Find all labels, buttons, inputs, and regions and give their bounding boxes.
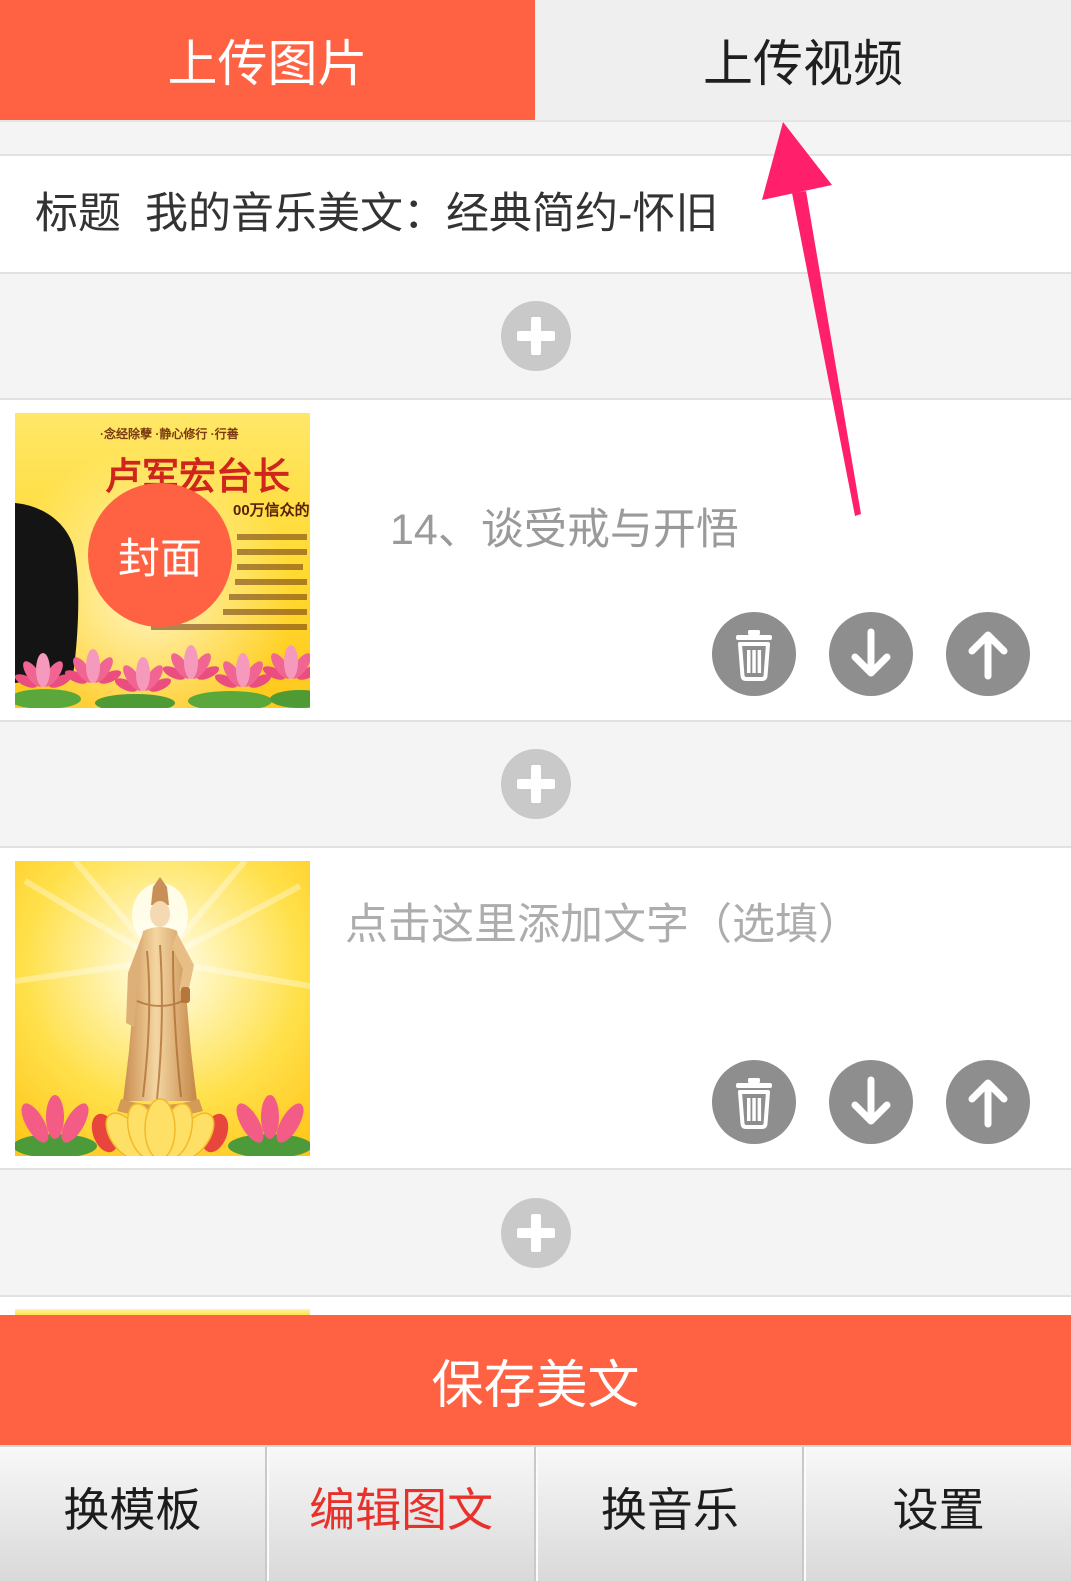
item-image[interactable]: ·念经除孽 ·静心修行 ·行善 卢军宏台长 00万信众的 封面 — [15, 413, 310, 708]
divider-band — [0, 120, 1071, 156]
title-field[interactable]: 标题 我的音乐美文：经典简约-怀旧 — [0, 156, 1071, 272]
bottom-nav: 换模板 编辑图文 换音乐 设置 — [0, 1445, 1071, 1581]
delete-button[interactable] — [712, 1060, 796, 1144]
add-content-button[interactable] — [500, 1197, 571, 1268]
plus-icon — [516, 317, 555, 355]
tab-upload-video[interactable]: 上传视频 — [535, 0, 1071, 120]
move-up-button[interactable] — [946, 1060, 1030, 1144]
content-item: 点击这里添加文字（选填） — [0, 848, 1071, 1168]
arrow-down-icon — [851, 628, 891, 677]
trash-icon — [736, 1078, 772, 1129]
item-image[interactable] — [15, 861, 310, 1156]
item-caption-input[interactable]: 点击这里添加文字（选填） — [345, 901, 861, 949]
plus-icon — [516, 765, 555, 803]
add-content-button[interactable] — [500, 301, 571, 371]
add-content-row — [0, 1168, 1071, 1297]
nav-settings[interactable]: 设置 — [804, 1447, 1071, 1581]
arrow-down-icon — [851, 1076, 891, 1125]
save-article-button[interactable]: 保存美文 — [0, 1315, 1071, 1445]
title-label: 标题 — [35, 190, 121, 238]
arrow-up-icon — [968, 631, 1008, 680]
trash-icon — [736, 630, 772, 681]
guanyin-image — [15, 861, 310, 1156]
poster-subline: 00万信众的 — [233, 502, 310, 519]
nav-edit-content[interactable]: 编辑图文 — [266, 1447, 536, 1581]
move-up-button[interactable] — [946, 612, 1030, 696]
cover-badge: 封面 — [88, 483, 232, 627]
move-down-button[interactable] — [829, 612, 913, 696]
add-content-button[interactable] — [500, 749, 571, 819]
editor-screen: 上传图片 上传视频 标题 我的音乐美文：经典简约-怀旧 ·念经除孽 ·静心修行 … — [0, 0, 1071, 1581]
add-content-row — [0, 720, 1071, 848]
content-item — [0, 1297, 1071, 1315]
plus-icon — [516, 1213, 555, 1252]
content-item: ·念经除孽 ·静心修行 ·行善 卢军宏台长 00万信众的 封面 14、谈受戒与开… — [0, 400, 1071, 720]
add-content-row — [0, 272, 1071, 400]
item-caption[interactable]: 14、谈受戒与开悟 — [390, 506, 739, 554]
nav-change-music[interactable]: 换音乐 — [535, 1447, 805, 1581]
tab-upload-image[interactable]: 上传图片 — [0, 0, 535, 120]
title-input[interactable]: 我的音乐美文：经典简约-怀旧 — [145, 190, 718, 238]
nav-change-template[interactable]: 换模板 — [0, 1447, 267, 1581]
delete-button[interactable] — [712, 612, 796, 696]
arrow-up-icon — [968, 1079, 1008, 1128]
poster-tagline: ·念经除孽 ·静心修行 ·行善 — [100, 427, 239, 441]
move-down-button[interactable] — [829, 1060, 913, 1144]
